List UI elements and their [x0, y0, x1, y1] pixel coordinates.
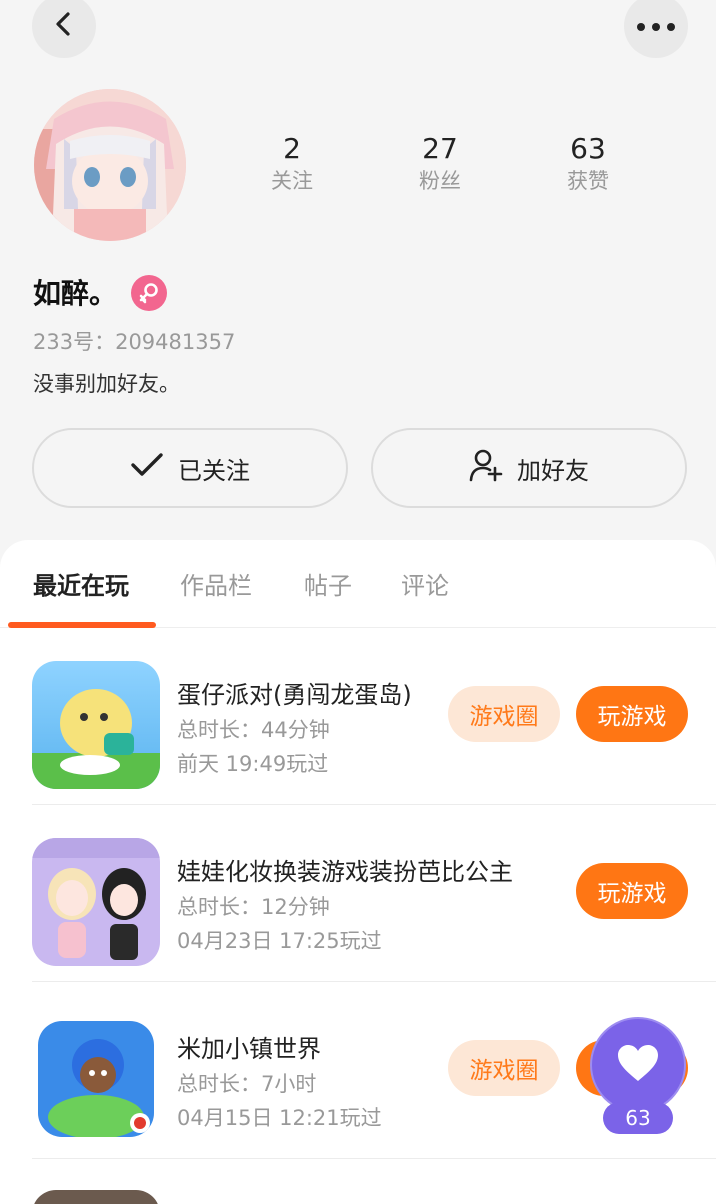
game-duration: 总时长：44分钟 — [177, 718, 330, 742]
play-game-button[interactable]: 玩游戏 — [576, 863, 688, 919]
back-button[interactable] — [32, 0, 96, 58]
checkmark-icon — [130, 452, 164, 484]
game-icon[interactable] — [38, 1021, 154, 1137]
play-game-button[interactable]: 玩游戏 — [576, 686, 688, 742]
divider — [32, 804, 716, 805]
stat-fans-label: 粉丝 — [419, 169, 461, 193]
stat-following-label: 关注 — [271, 169, 313, 193]
chevron-left-icon — [51, 11, 77, 41]
stat-likes-label: 获赞 — [567, 169, 609, 193]
game-icon[interactable] — [32, 1190, 160, 1204]
game-circle-button[interactable]: 游戏圈 — [448, 1040, 560, 1096]
tab-comments[interactable]: 评论 — [401, 566, 449, 601]
more-dots-icon — [636, 17, 676, 36]
game-row[interactable]: 蛋仔派对(勇闯龙蛋岛) 总时长：44分钟 前天 19:49玩过 游戏圈 玩游戏 — [0, 629, 716, 805]
game-circle-button[interactable]: 游戏圈 — [448, 686, 560, 742]
like-button[interactable] — [590, 1017, 686, 1113]
like-count: 63 — [603, 1102, 673, 1134]
user-id: 233号：209481357 — [33, 330, 236, 354]
tab-indicator — [8, 622, 156, 628]
followed-button[interactable]: 已关注 — [32, 428, 348, 508]
stat-likes-value: 63 — [570, 132, 606, 165]
game-title: 米加小镇世界 — [177, 1035, 321, 1063]
divider — [32, 981, 716, 982]
game-title: 娃娃化妆换装游戏装扮芭比公主 — [177, 858, 513, 886]
tab-posts[interactable]: 帖子 — [304, 566, 352, 601]
game-icon[interactable] — [32, 661, 160, 789]
stat-fans-value: 27 — [422, 132, 458, 165]
user-bio: 没事别加好友。 — [33, 372, 180, 396]
tab-works[interactable]: 作品栏 — [180, 566, 252, 601]
game-last-played: 04月15日 12:21玩过 — [177, 1106, 382, 1130]
game-title: 蛋仔派对(勇闯龙蛋岛) — [177, 681, 412, 709]
stat-fans[interactable]: 27 粉丝 — [380, 132, 500, 196]
avatar[interactable] — [34, 89, 186, 241]
game-row[interactable]: 娃娃化妆换装游戏装扮芭比公主 总时长：12分钟 04月23日 17:25玩过 玩… — [0, 806, 716, 982]
game-duration: 总时长：12分钟 — [177, 895, 330, 919]
stat-likes[interactable]: 63 获赞 — [528, 132, 648, 196]
tab-recently-played[interactable]: 最近在玩 — [33, 566, 129, 601]
game-duration: 总时长：7小时 — [177, 1072, 317, 1096]
stat-following-value: 2 — [283, 132, 301, 165]
username: 如醉。 — [33, 277, 118, 310]
female-icon — [131, 275, 167, 311]
followed-label: 已关注 — [178, 456, 250, 485]
stat-following[interactable]: 2 关注 — [232, 132, 352, 196]
add-friend-button[interactable]: 加好友 — [371, 428, 687, 508]
game-icon[interactable] — [32, 838, 160, 966]
add-friend-label: 加好友 — [517, 456, 589, 485]
game-last-played: 前天 19:49玩过 — [177, 752, 329, 776]
tab-bar: 最近在玩 作品栏 帖子 评论 — [0, 540, 716, 628]
heart-icon — [616, 1043, 660, 1087]
more-button[interactable] — [624, 0, 688, 58]
add-user-icon — [469, 448, 503, 488]
divider — [32, 1158, 716, 1159]
game-last-played: 04月23日 17:25玩过 — [177, 929, 382, 953]
